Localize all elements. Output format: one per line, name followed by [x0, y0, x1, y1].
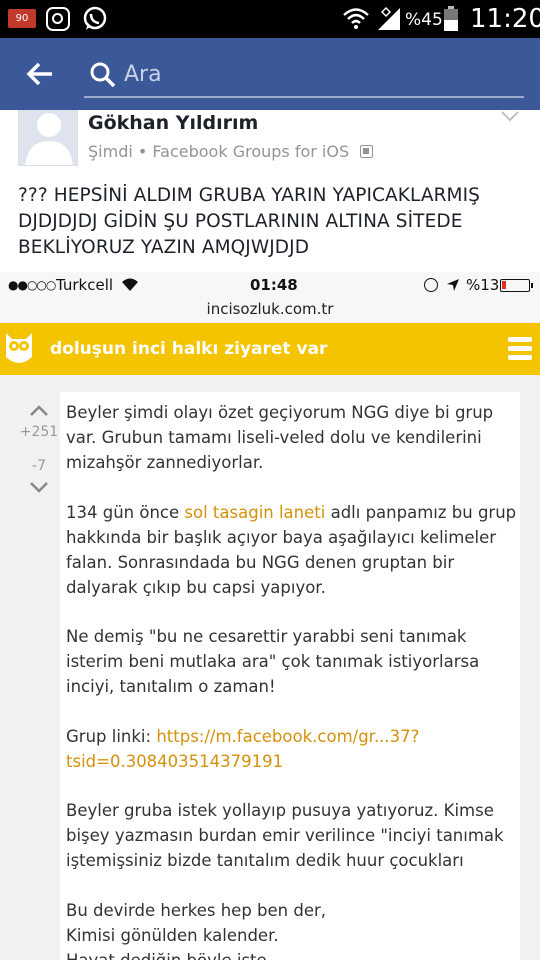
- owl-logo-icon: [6, 333, 32, 363]
- post-time[interactable]: Şimdi: [88, 142, 133, 161]
- signal-icon: [378, 6, 400, 30]
- entry-paragraph: Beyler gruba istek yollayıp pusuya yatıy…: [66, 801, 504, 870]
- signal-dots: ●●○○○: [8, 278, 56, 292]
- wifi-icon: [122, 278, 138, 291]
- downvote-count: -7: [32, 458, 46, 474]
- downvote-arrow-icon: [30, 482, 48, 493]
- post-text: ??? HEPSİNİ ALDIM GRUBA YARIN YAPICAKLAR…: [18, 185, 481, 258]
- user-link: sol tasagin laneti: [184, 503, 326, 522]
- url-bar: incisozluk.com.tr: [0, 300, 540, 322]
- avatar[interactable]: [18, 110, 78, 166]
- default-avatar-icon: [19, 111, 77, 165]
- instagram-icon: [46, 7, 70, 31]
- search-input[interactable]: [124, 56, 504, 92]
- site-banner-text: doluşun inci halkı ziyaret var: [50, 339, 328, 359]
- search-underline: [84, 96, 524, 98]
- entry-paragraph: Ne demiş "bu ne cesarettir yarabbi seni …: [66, 627, 480, 696]
- android-status-bar: 90 %45 11:20: [0, 0, 540, 38]
- upvote-arrow-icon: [30, 405, 48, 416]
- search-icon: [90, 62, 116, 88]
- location-arrow-icon: [447, 279, 459, 291]
- carrier-name: Turkcell: [56, 276, 114, 294]
- privacy-icon: [360, 145, 374, 158]
- whatsapp-icon: [83, 6, 107, 30]
- meta-separator: •: [137, 142, 148, 161]
- entry-paragraph: 134 gün önce sol tasagin laneti adlı pan…: [66, 503, 517, 597]
- battery-icon: [500, 279, 533, 292]
- post-image[interactable]: ●●○○○ Turkcell 01:48 %13 incisozluk.com.…: [0, 272, 540, 960]
- post-author[interactable]: Gökhan Yıldırım: [88, 112, 258, 134]
- rotation-lock-icon: [424, 278, 438, 292]
- ios-time: 01:48: [250, 276, 298, 294]
- notification-badge: 90: [8, 9, 36, 28]
- facebook-header: [0, 38, 540, 110]
- back-arrow-icon[interactable]: [24, 58, 56, 90]
- battery-icon: [444, 6, 458, 31]
- ios-status-bar: ●●○○○ Turkcell 01:48 %13: [0, 272, 540, 300]
- entry-poem: Bu devirde herkes hep ben der, Kimisi gön…: [66, 901, 327, 960]
- hamburger-menu-icon: [508, 337, 532, 363]
- wifi-icon: [343, 8, 369, 29]
- chevron-down-icon[interactable]: [500, 110, 520, 124]
- post-card: Gökhan Yıldırım Şimdi • Facebook Groups …: [0, 110, 540, 272]
- post-meta: Şimdi • Facebook Groups for iOS: [88, 142, 374, 161]
- site-header: doluşun inci halkı ziyaret var: [0, 323, 540, 375]
- upvote-count: +251: [19, 424, 59, 440]
- post-source: Facebook Groups for iOS: [152, 142, 350, 161]
- entry-paragraph: Beyler şimdi olayı özet geçiyorum NGG di…: [66, 403, 494, 472]
- ios-battery-percent: %13: [466, 276, 500, 294]
- entry-body: Beyler şimdi olayı özet geçiyorum NGG di…: [60, 392, 520, 960]
- status-time: 11:20: [470, 4, 540, 34]
- battery-percent: %45: [405, 10, 443, 30]
- entry-paragraph: Grup linki: https://m.facebook.com/gr...…: [66, 727, 420, 771]
